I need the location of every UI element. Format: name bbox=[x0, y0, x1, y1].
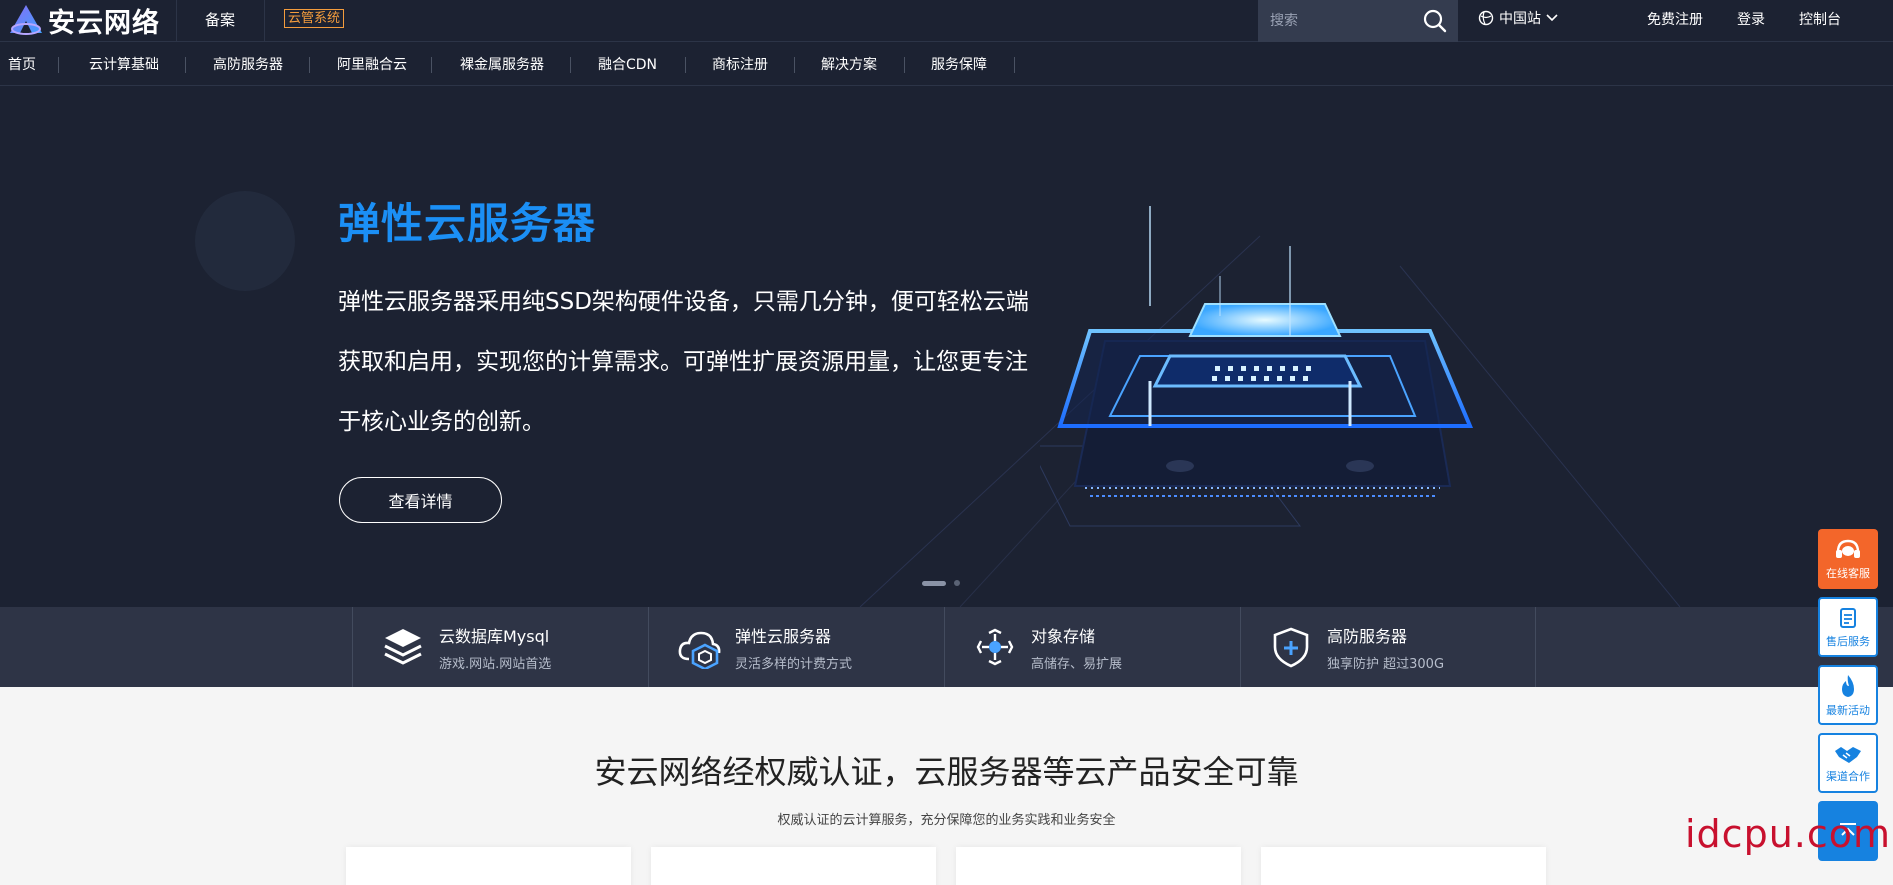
register-link[interactable]: 免费注册 bbox=[1647, 9, 1703, 29]
watermark: idcpu.com bbox=[1685, 812, 1892, 856]
hero-title: 弹性云服务器 bbox=[338, 199, 597, 248]
nav-separator bbox=[685, 57, 686, 73]
view-details-button[interactable]: 查看详情 bbox=[339, 477, 502, 523]
nav-item-cdn[interactable]: 融合CDN bbox=[598, 54, 657, 74]
latest-activity-button[interactable]: 最新活动 bbox=[1818, 665, 1878, 725]
side-tool-label: 售后服务 bbox=[1826, 634, 1870, 648]
feature-subtitle: 灵活多样的计费方式 bbox=[735, 656, 853, 672]
feature-title: 云数据库Mysql bbox=[439, 626, 550, 646]
nav-item-aliyun-fusion[interactable]: 阿里融合云 bbox=[337, 54, 407, 74]
database-icon bbox=[384, 629, 422, 665]
feature-subtitle: 独享防护 超过300G bbox=[1327, 656, 1445, 672]
chevron-down-icon bbox=[1546, 14, 1558, 22]
feature-title: 高防服务器 bbox=[1327, 626, 1408, 646]
feature-title: 对象存储 bbox=[1031, 626, 1096, 646]
hero-banner: 弹性云服务器 弹性云服务器采用纯SSD架构硬件设备，只需几分钟，便可轻松云端获取… bbox=[0, 86, 1893, 607]
section-subtitle: 权威认证的云计算服务，充分保障您的业务实践和业务安全 bbox=[777, 813, 1116, 828]
nav-item-home[interactable]: 首页 bbox=[8, 54, 36, 74]
carousel-dot[interactable] bbox=[954, 580, 960, 586]
nav-item-cloud-basics[interactable]: 云计算基础 bbox=[89, 54, 159, 74]
logo-icon bbox=[10, 5, 42, 35]
nav-separator bbox=[431, 57, 432, 73]
chip-illustration bbox=[1040, 206, 1474, 527]
top-bar: 安云网络 备案 云管系统 中国站 免费注册 登录 控制台 bbox=[0, 0, 1893, 42]
after-sales-button[interactable]: 售后服务 bbox=[1818, 597, 1878, 657]
nav-item-trademark[interactable]: 商标注册 bbox=[712, 54, 768, 74]
channel-cooperation-button[interactable]: 渠道合作 bbox=[1818, 733, 1878, 793]
feature-subtitle: 高储存、易扩展 bbox=[1031, 656, 1123, 672]
nav-separator bbox=[309, 57, 310, 73]
beian-link[interactable]: 备案 bbox=[205, 9, 235, 30]
logo[interactable]: 安云网络 bbox=[8, 2, 160, 39]
handshake-icon bbox=[1835, 746, 1861, 763]
certification-card[interactable] bbox=[956, 847, 1241, 885]
feature-item-mysql[interactable]: 云数据库Mysql 游戏.网站.网站首选 bbox=[352, 607, 648, 687]
logo-text: 安云网络 bbox=[48, 7, 160, 39]
shield-icon bbox=[1273, 627, 1309, 668]
side-tool-label: 最新活动 bbox=[1826, 703, 1870, 717]
side-tool-label: 渠道合作 bbox=[1826, 769, 1870, 783]
nav-item-bare-metal[interactable]: 裸金属服务器 bbox=[460, 54, 544, 74]
divider bbox=[176, 0, 177, 42]
yunguan-badge[interactable]: 云管系统 bbox=[284, 9, 345, 28]
certification-card[interactable] bbox=[1261, 847, 1546, 885]
search-box bbox=[1258, 0, 1458, 42]
login-link[interactable]: 登录 bbox=[1737, 9, 1765, 29]
divider bbox=[264, 0, 265, 42]
nav-item-solutions[interactable]: 解决方案 bbox=[821, 54, 877, 74]
nav-separator bbox=[794, 57, 795, 73]
certification-card[interactable] bbox=[651, 847, 936, 885]
nav-separator bbox=[570, 57, 571, 73]
nav-item-ddos-server[interactable]: 高防服务器 bbox=[213, 54, 283, 74]
console-link[interactable]: 控制台 bbox=[1799, 9, 1841, 29]
cloud-server-icon bbox=[678, 631, 721, 669]
feature-title: 弹性云服务器 bbox=[735, 626, 832, 646]
feature-subtitle: 游戏.网站.网站首选 bbox=[439, 656, 552, 672]
search-icon[interactable] bbox=[1422, 8, 1448, 34]
document-icon bbox=[1840, 607, 1856, 628]
section-title: 安云网络经权威认证，云服务器等云产品安全可靠 bbox=[594, 753, 1299, 791]
nav-separator bbox=[904, 57, 905, 73]
hero-description: 弹性云服务器采用纯SSD架构硬件设备，只需几分钟，便可轻松云端获取和启用，实现您… bbox=[338, 289, 1029, 435]
object-storage-icon bbox=[976, 628, 1014, 666]
certification-card[interactable] bbox=[346, 847, 631, 885]
station-selector[interactable]: 中国站 bbox=[1478, 8, 1563, 28]
fire-icon bbox=[1842, 674, 1854, 697]
station-label: 中国站 bbox=[1499, 11, 1541, 27]
main-nav: 首页 云计算基础 高防服务器 阿里融合云 裸金属服务器 融合CDN 商标注册 解… bbox=[0, 43, 1893, 86]
feature-item-object-storage[interactable]: 对象存储 高储存、易扩展 bbox=[944, 607, 1240, 687]
online-service-button[interactable]: 在线客服 bbox=[1818, 529, 1878, 589]
nav-separator bbox=[1014, 57, 1015, 73]
feature-item-cloud-server[interactable]: 弹性云服务器 灵活多样的计费方式 bbox=[648, 607, 944, 687]
certification-section: 安云网络经权威认证，云服务器等云产品安全可靠 权威认证的云计算服务，充分保障您的… bbox=[0, 687, 1893, 885]
nav-separator bbox=[185, 57, 186, 73]
globe-icon bbox=[1478, 10, 1494, 26]
nav-item-service[interactable]: 服务保障 bbox=[931, 54, 987, 74]
nav-separator bbox=[58, 57, 59, 73]
carousel-dot-active[interactable] bbox=[922, 580, 946, 586]
carousel-dots bbox=[922, 580, 960, 586]
side-tool-label: 在线客服 bbox=[1826, 566, 1870, 580]
headset-icon bbox=[1836, 539, 1860, 558]
search-input[interactable] bbox=[1270, 8, 1410, 34]
feature-bar: 云数据库Mysql 游戏.网站.网站首选 弹性云服务器 灵活多样的计费方式 对象… bbox=[0, 607, 1893, 687]
feature-item-ddos-server[interactable]: 高防服务器 独享防护 超过300G bbox=[1240, 607, 1536, 687]
